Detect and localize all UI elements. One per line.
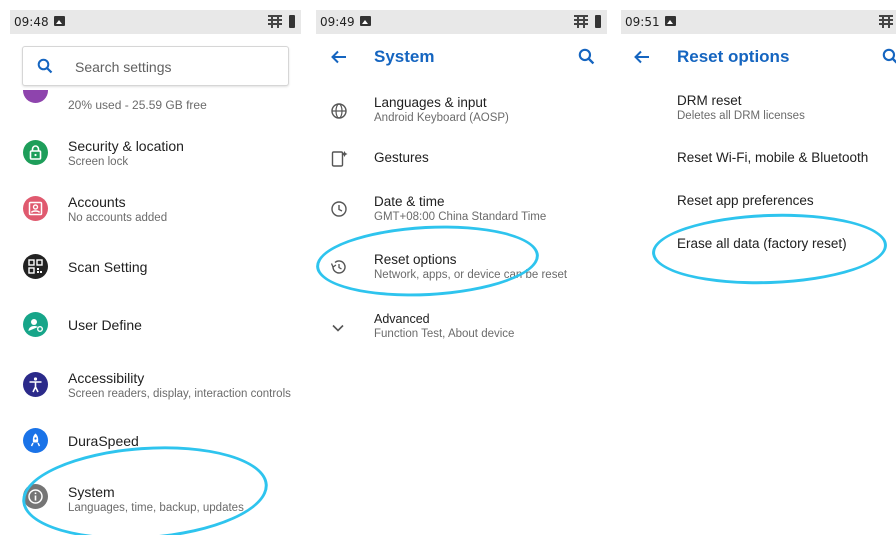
settings-item-title: DuraSpeed: [68, 433, 139, 449]
qr-scan-icon: [23, 254, 48, 279]
search-settings-input[interactable]: Search settings: [22, 46, 289, 86]
status-bar: 09:49: [316, 10, 607, 34]
back-arrow-icon[interactable]: [633, 48, 651, 66]
status-time: 09:49: [320, 15, 355, 29]
chevron-down-icon: [332, 324, 344, 332]
rocket-icon: [23, 428, 48, 453]
accessibility-icon: [23, 372, 48, 397]
status-time: 09:51: [625, 15, 660, 29]
status-time: 09:48: [14, 15, 49, 29]
status-bar: 09:48: [10, 10, 301, 34]
settings-item-title: Scan Setting: [68, 259, 148, 275]
settings-item-title: Security & location: [68, 138, 184, 154]
search-icon: [37, 58, 53, 74]
globe-icon: [331, 103, 347, 119]
reset-item-subtitle: Deletes all DRM licenses: [677, 110, 805, 122]
system-item-subtitle: Android Keyboard (AOSP): [374, 112, 509, 124]
lock-icon: [23, 140, 48, 165]
signal-icon: [879, 15, 893, 28]
system-item-title: Gestures: [374, 150, 429, 165]
settings-item-accounts[interactable]: Accounts No accounts added: [10, 186, 301, 242]
settings-item-scan-setting[interactable]: Scan Setting: [10, 240, 301, 296]
settings-item-accessibility[interactable]: Accessibility Screen readers, display, i…: [10, 364, 301, 420]
settings-item-security[interactable]: Security & location Screen lock: [10, 128, 301, 184]
signal-icon: [574, 15, 588, 28]
gesture-phone-icon: [331, 151, 348, 167]
reset-item-title: Reset app preferences: [677, 193, 814, 208]
reset-item-title: Reset Wi-Fi, mobile & Bluetooth: [677, 150, 869, 165]
settings-item-subtitle: Screen lock: [68, 156, 129, 168]
system-item-subtitle: GMT+08:00 China Standard Time: [374, 211, 547, 223]
search-icon[interactable]: [578, 48, 595, 65]
settings-item-subtitle: Screen readers, display, interaction con…: [68, 388, 291, 400]
settings-item-title: Accounts: [68, 194, 126, 210]
reset-item-title: DRM reset: [677, 93, 742, 108]
reset-item-network[interactable]: Reset Wi-Fi, mobile & Bluetooth: [621, 144, 896, 174]
account-box-icon: [23, 196, 48, 221]
back-arrow-icon[interactable]: [330, 48, 348, 66]
battery-icon: [289, 15, 295, 28]
system-item-title: Languages & input: [374, 95, 487, 110]
search-placeholder: Search settings: [75, 59, 172, 75]
battery-icon: [595, 15, 601, 28]
signal-icon: [268, 15, 282, 28]
system-item-title: Advanced: [374, 312, 430, 326]
system-item-gestures[interactable]: Gestures: [316, 142, 607, 192]
system-item-languages[interactable]: Languages & input Android Keyboard (AOSP…: [316, 90, 607, 140]
reset-item-app-preferences[interactable]: Reset app preferences: [621, 187, 896, 217]
storage-subtitle: 20% used - 25.59 GB free: [68, 98, 207, 112]
reset-item-drm[interactable]: DRM reset Deletes all DRM licenses: [621, 92, 896, 132]
storage-icon: [23, 90, 48, 103]
user-settings-icon: [23, 312, 48, 337]
image-notification-icon: [54, 16, 65, 26]
settings-item-title: Accessibility: [68, 370, 145, 386]
image-notification-icon: [360, 16, 371, 26]
page-title: System: [374, 47, 435, 66]
screenshot-collage: 09:48 Search settings 20% used - 25.59 G…: [0, 0, 896, 535]
clock-icon: [331, 201, 347, 217]
settings-item-user-define[interactable]: User Define: [10, 298, 301, 354]
system-item-subtitle: Function Test, About device: [374, 328, 515, 340]
search-icon[interactable]: [882, 48, 896, 65]
settings-item-title: User Define: [68, 317, 142, 333]
status-bar: 09:51: [621, 10, 896, 34]
image-notification-icon: [665, 16, 676, 26]
page-title: Reset options: [677, 47, 790, 66]
system-item-advanced[interactable]: Advanced Function Test, About device: [316, 306, 607, 356]
system-item-title: Date & time: [374, 194, 445, 209]
settings-item-subtitle: No accounts added: [68, 212, 168, 224]
settings-item-storage[interactable]: 20% used - 25.59 GB free: [10, 90, 301, 120]
